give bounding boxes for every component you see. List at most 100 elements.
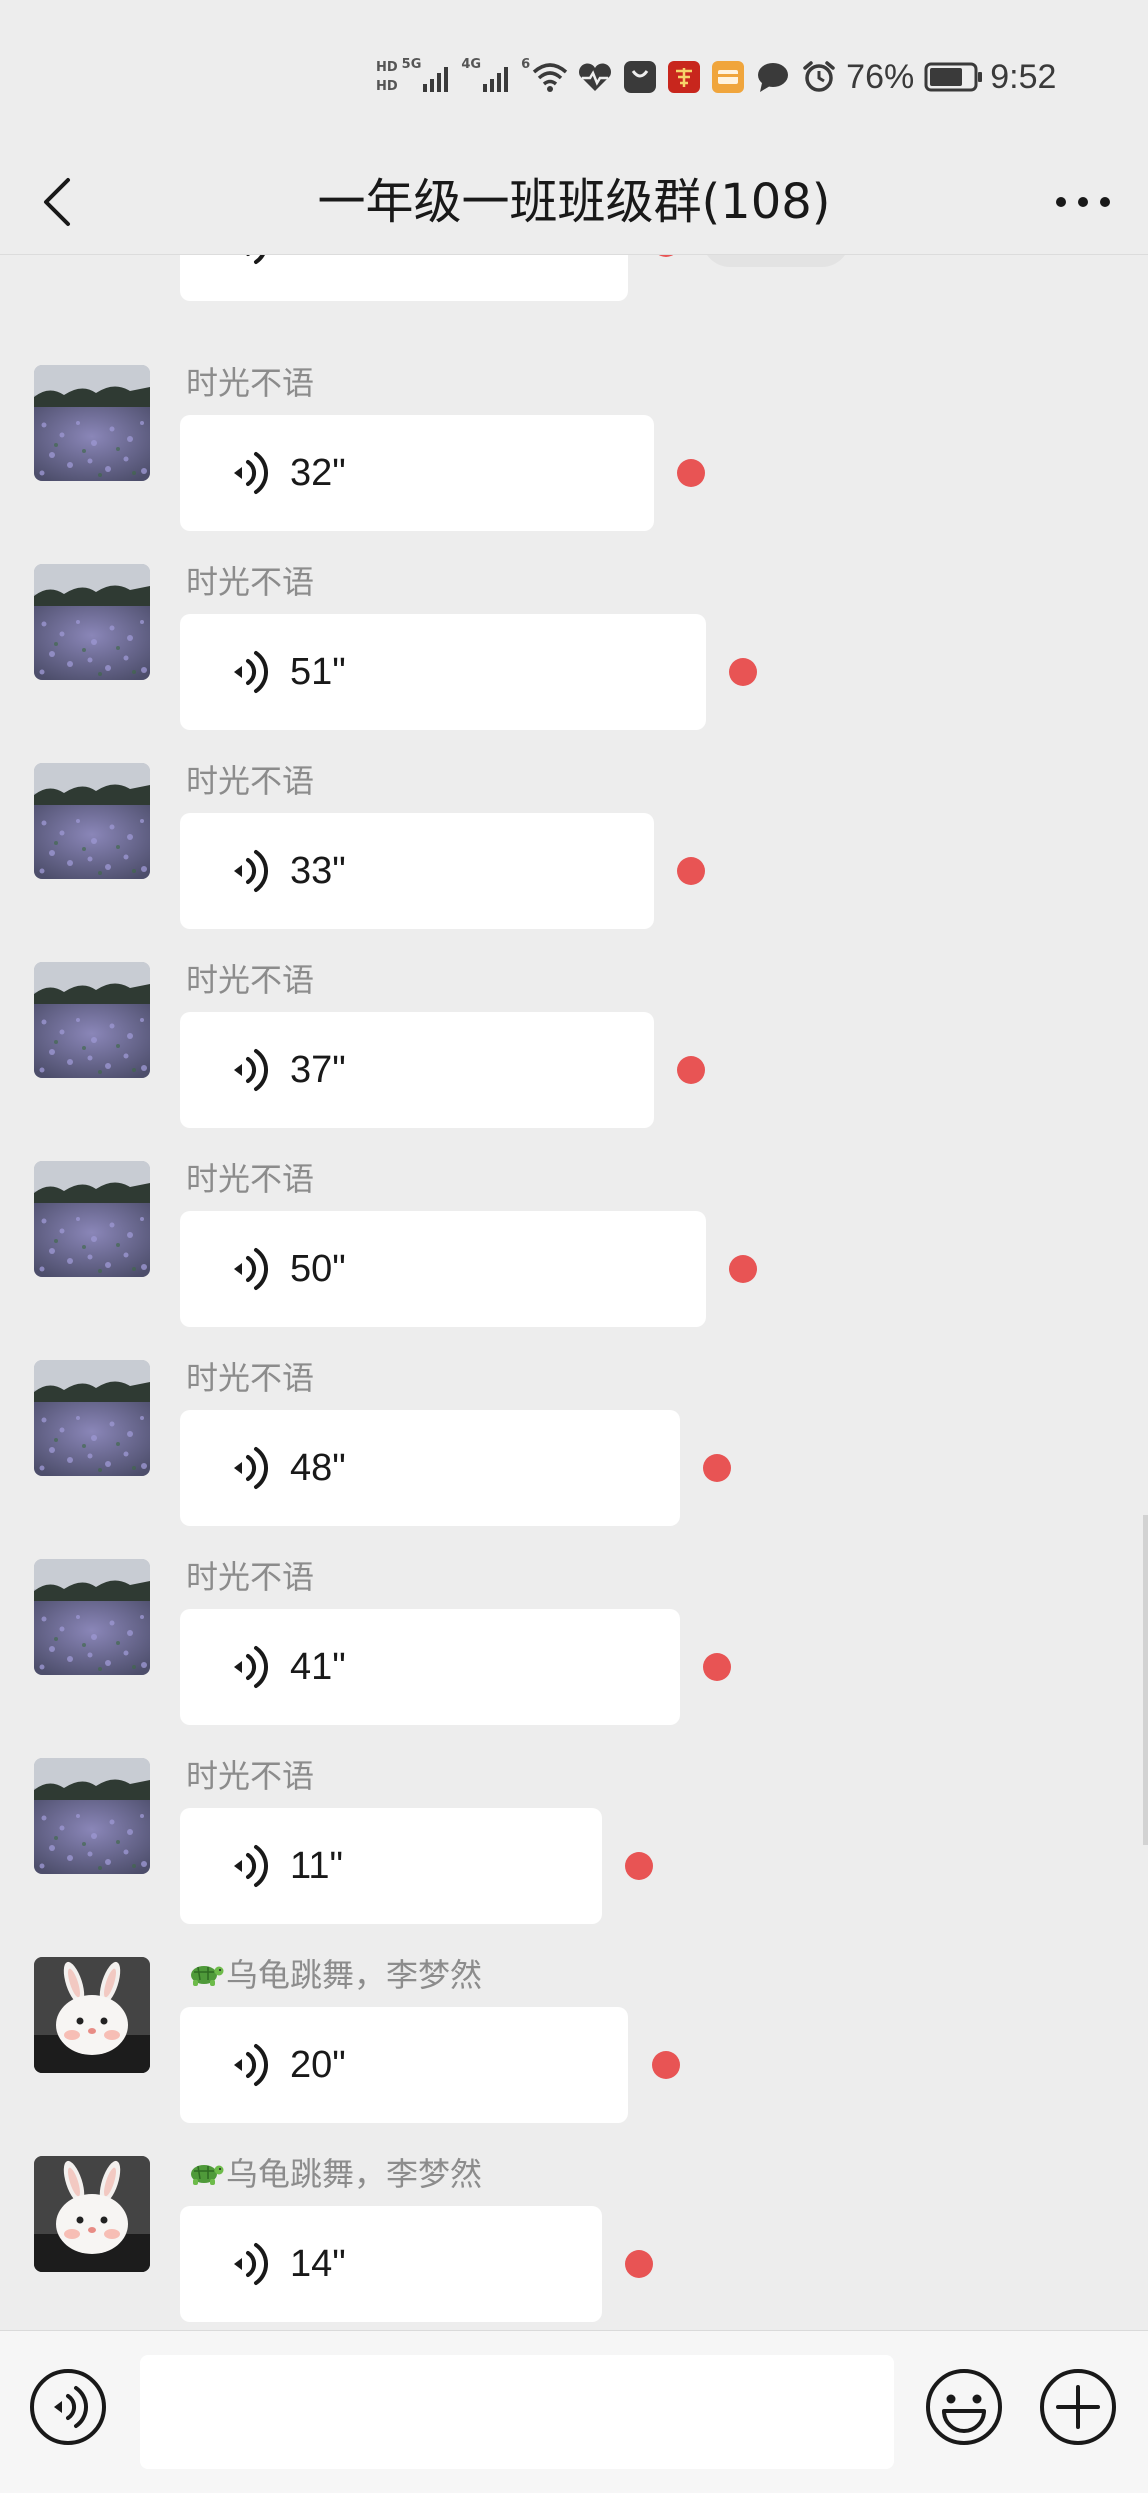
convert-to-text-button[interactable]: 转文字 (702, 255, 851, 267)
unread-dot (729, 658, 757, 686)
avatar[interactable] (34, 1758, 150, 1874)
avatar[interactable] (34, 1360, 150, 1476)
voice-duration: 41" (290, 1645, 346, 1688)
sender-name: 乌龟跳舞，李梦然 (186, 1953, 482, 1994)
voice-input-toggle-icon[interactable] (28, 2367, 108, 2447)
sender-name: 时光不语 (186, 364, 315, 402)
smiley-icon[interactable] (924, 2367, 1004, 2447)
voice-bubble[interactable]: 33" (180, 813, 654, 929)
unread-dot (652, 255, 680, 257)
avatar[interactable] (34, 1559, 150, 1675)
voice-wave-icon (232, 1646, 269, 1688)
red-app-icon (668, 61, 701, 93)
signal-icon (423, 67, 449, 92)
signal-icon-2 (483, 67, 509, 92)
voice-bubble[interactable]: 51" (180, 614, 706, 730)
unread-dot (677, 459, 705, 487)
voice-duration: 37" (290, 1048, 346, 1091)
battery-percent: 76% (846, 57, 915, 96)
voice-bubble[interactable]: 11" (180, 1808, 602, 1924)
turtle-emoji-icon (190, 2164, 224, 2186)
voice-wave-icon (232, 651, 269, 693)
voice-duration: 32" (290, 451, 346, 494)
avatar[interactable] (34, 962, 150, 1078)
avatar[interactable] (34, 2156, 150, 2272)
voice-wave-icon (232, 1248, 269, 1290)
voice-bubble[interactable]: 50" (180, 1211, 706, 1327)
voice-bubble[interactable]: 32" (180, 415, 654, 531)
voice-message: 时光不语 11" (0, 1757, 1148, 1958)
sender-name: 时光不语 (186, 1757, 315, 1795)
more-dots-icon[interactable] (1048, 180, 1118, 224)
voice-bubble[interactable]: 41" (180, 1609, 680, 1725)
voice-wave-icon (232, 1049, 269, 1091)
avatar[interactable] (34, 763, 150, 879)
shopping-bag-icon (624, 61, 657, 93)
back-chevron-icon[interactable] (30, 172, 90, 232)
voice-bubble[interactable]: 14" (180, 2206, 602, 2322)
voice-message: 21" 转文字 (0, 255, 1148, 335)
unread-dot (677, 1056, 705, 1084)
chat-title: 一年级一班班级群(108) (317, 174, 831, 230)
voice-bubble[interactable]: 48" (180, 1410, 680, 1526)
unread-dot (703, 1454, 731, 1482)
message-input[interactable] (140, 2355, 894, 2469)
sender-name-text: 乌龟跳舞，李梦然 (226, 2155, 483, 2193)
voice-wave-icon (232, 255, 269, 264)
voice-message: 时光不语 50" (0, 1160, 1148, 1361)
unread-dot (625, 2250, 653, 2278)
voice-wave-icon (232, 452, 269, 494)
alarm-clock-icon (803, 61, 835, 92)
sender-name: 时光不语 (186, 762, 315, 800)
wifi-badge: 6 (521, 57, 531, 72)
voice-bubble[interactable]: 20" (180, 2007, 628, 2123)
unread-dot (677, 857, 705, 885)
unread-dot (652, 2051, 680, 2079)
wallet-app-icon (712, 61, 745, 93)
status-bar: HD HD 5G 4G 6 76% 9:52 (0, 0, 1148, 150)
scrollbar[interactable] (1143, 1515, 1148, 1845)
sender-name: 时光不语 (186, 1558, 315, 1596)
voice-duration: 11" (290, 1844, 343, 1887)
voice-duration: 20" (290, 2043, 346, 2086)
net-4g-label: 4G (461, 57, 482, 72)
voice-duration: 51" (290, 650, 346, 693)
avatar[interactable] (34, 564, 150, 680)
status-icons: HD HD 5G 4G 6 76% 9:52 (376, 52, 1056, 102)
sender-name: 时光不语 (186, 563, 315, 601)
voice-duration: 14" (290, 2242, 346, 2285)
input-bar (0, 2330, 1148, 2493)
voice-bubble[interactable]: 21" (180, 255, 628, 301)
chat-bubble-icon (758, 63, 789, 92)
turtle-emoji-icon (190, 1965, 224, 1987)
voice-message: 时光不语 51" (0, 563, 1148, 764)
hd-indicator: HD HD (376, 61, 398, 93)
message-list[interactable]: 21" 转文字 时光不语 32" 时光不语 51" 时光不语 33" (0, 255, 1148, 2330)
sender-name: 时光不语 (186, 1359, 315, 1397)
avatar[interactable] (34, 1161, 150, 1277)
clock-time: 9:52 (990, 57, 1057, 96)
voice-message: 时光不语 48" (0, 1359, 1148, 1560)
wifi-icon (533, 63, 568, 92)
voice-wave-icon (232, 1447, 269, 1489)
voice-message: 时光不语 41" (0, 1558, 1148, 1759)
avatar[interactable] (34, 365, 150, 481)
voice-duration: 21" (290, 255, 346, 265)
unread-dot (703, 1653, 731, 1681)
voice-message: 时光不语 37" (0, 961, 1148, 1162)
net-5g-label: 5G (401, 57, 422, 72)
voice-message: 时光不语 32" (0, 364, 1148, 565)
chat-header: 一年级一班班级群(108) (0, 150, 1148, 255)
voice-wave-icon (232, 850, 269, 892)
unread-dot (625, 1852, 653, 1880)
avatar[interactable] (34, 1957, 150, 2073)
voice-wave-icon (232, 1845, 269, 1887)
sender-name: 时光不语 (186, 1160, 315, 1198)
voice-bubble[interactable]: 37" (180, 1012, 654, 1128)
unread-dot (729, 1255, 757, 1283)
voice-duration: 50" (290, 1247, 346, 1290)
voice-message: 乌龟跳舞，李梦然 20" (0, 1956, 1148, 2157)
sender-name: 时光不语 (186, 961, 315, 999)
plus-circle-icon[interactable] (1038, 2367, 1118, 2447)
voice-message: 时光不语 33" (0, 762, 1148, 963)
